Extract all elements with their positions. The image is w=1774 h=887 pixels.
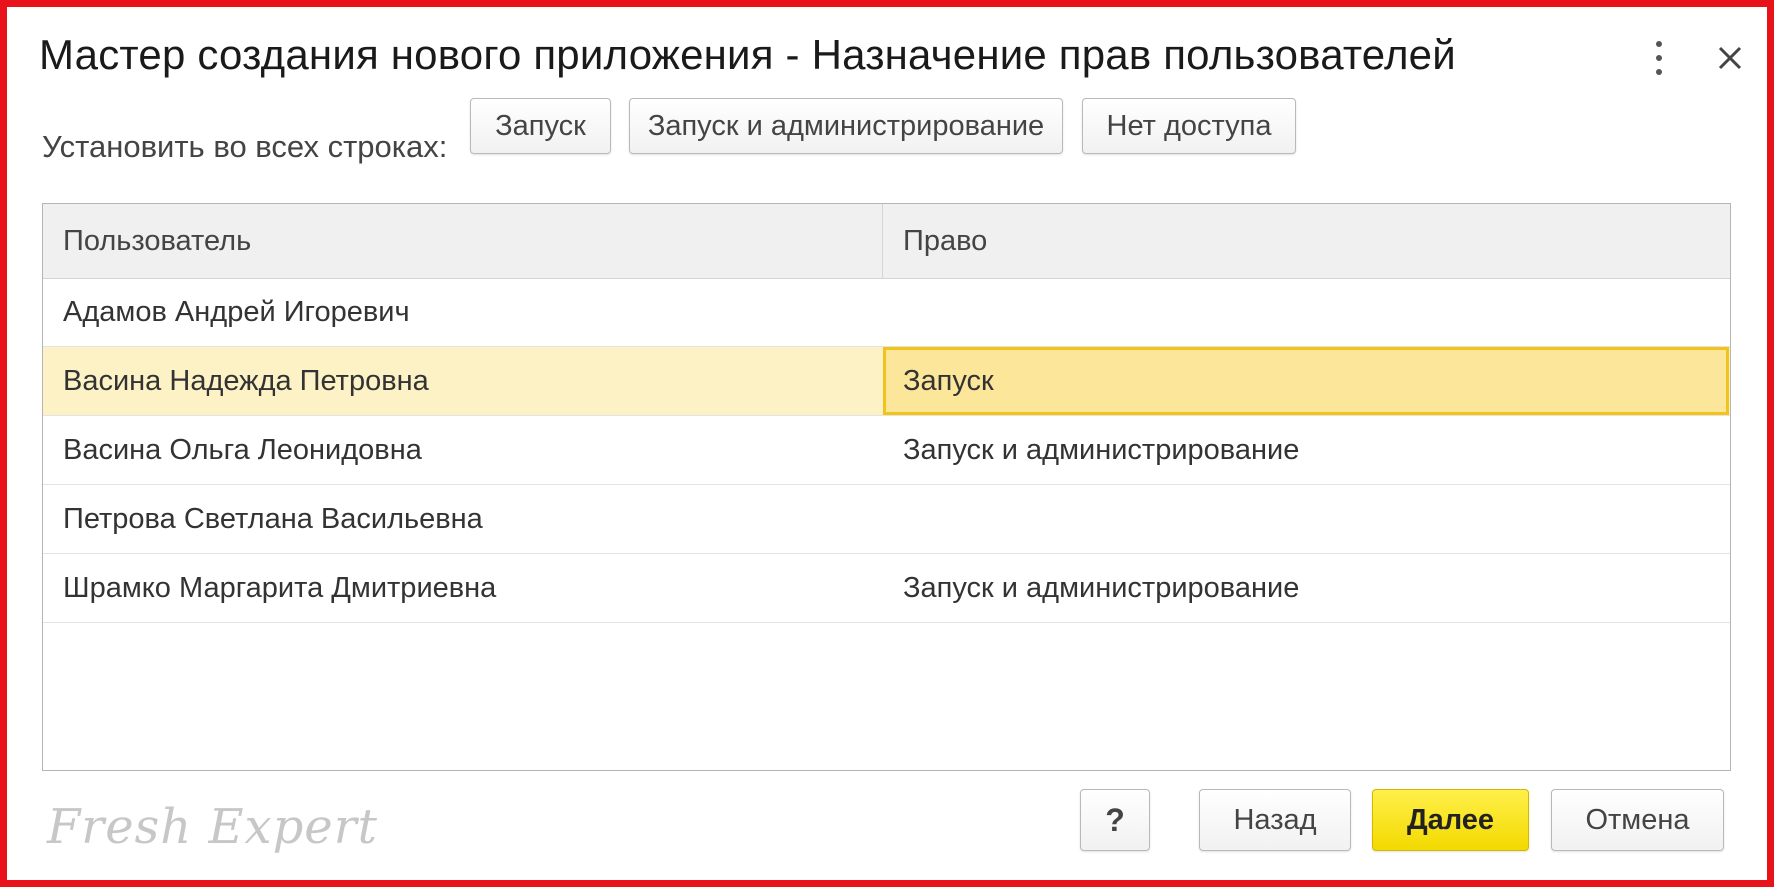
- close-icon-glyph: [1718, 46, 1742, 70]
- dialog-title: Мастер создания нового приложения - Назн…: [39, 31, 1456, 78]
- set-no-access-button[interactable]: Нет доступа: [1082, 98, 1296, 154]
- set-launch-admin-button[interactable]: Запуск и администрирование: [629, 98, 1063, 154]
- column-header-right[interactable]: Право: [883, 204, 1730, 278]
- user-cell: Петрова Светлана Васильевна: [63, 502, 483, 535]
- table-row[interactable]: Петрова Светлана Васильевна: [43, 485, 1730, 554]
- table-header: Пользователь Право: [43, 204, 1730, 279]
- right-cell[interactable]: Запуск и администрирование: [883, 416, 1730, 484]
- help-button[interactable]: ?: [1080, 789, 1150, 851]
- table-row[interactable]: Шрамко Маргарита Дмитриевна Запуск и адм…: [43, 554, 1730, 623]
- dot: [1656, 41, 1662, 47]
- back-button[interactable]: Назад: [1199, 789, 1351, 851]
- right-cell[interactable]: [883, 485, 1730, 553]
- dialog-window: Мастер создания нового приложения - Назн…: [0, 0, 1774, 887]
- close-icon[interactable]: [1713, 41, 1747, 75]
- right-cell[interactable]: [883, 278, 1730, 346]
- right-cell[interactable]: Запуск и администрирование: [883, 554, 1730, 622]
- user-cell: Шрамко Маргарита Дмитриевна: [63, 571, 497, 604]
- column-header-user[interactable]: Пользователь: [43, 204, 883, 278]
- vertical-dots-icon[interactable]: [1644, 41, 1674, 75]
- set-launch-button[interactable]: Запуск: [470, 98, 611, 154]
- table-row[interactable]: Васина Ольга Леонидовна Запуск и админис…: [43, 416, 1730, 485]
- right-cell-active[interactable]: Запуск: [883, 347, 1729, 415]
- next-button[interactable]: Далее: [1372, 789, 1529, 851]
- user-cell: Адамов Андрей Игоревич: [63, 295, 410, 328]
- dot: [1656, 69, 1662, 75]
- dot: [1656, 55, 1662, 61]
- user-cell: Васина Надежда Петровна: [63, 364, 429, 397]
- user-cell: Васина Ольга Леонидовна: [63, 433, 422, 466]
- watermark: Fresh Expert: [47, 799, 378, 855]
- set-all-rows-label: Установить во всех строках:: [42, 129, 448, 164]
- table-row-selected[interactable]: Васина Надежда Петровна Запуск: [43, 347, 1730, 416]
- cancel-button[interactable]: Отмена: [1551, 789, 1724, 851]
- user-rights-table: Пользователь Право Адамов Андрей Игореви…: [42, 203, 1731, 771]
- table-row[interactable]: Адамов Андрей Игоревич: [43, 278, 1730, 347]
